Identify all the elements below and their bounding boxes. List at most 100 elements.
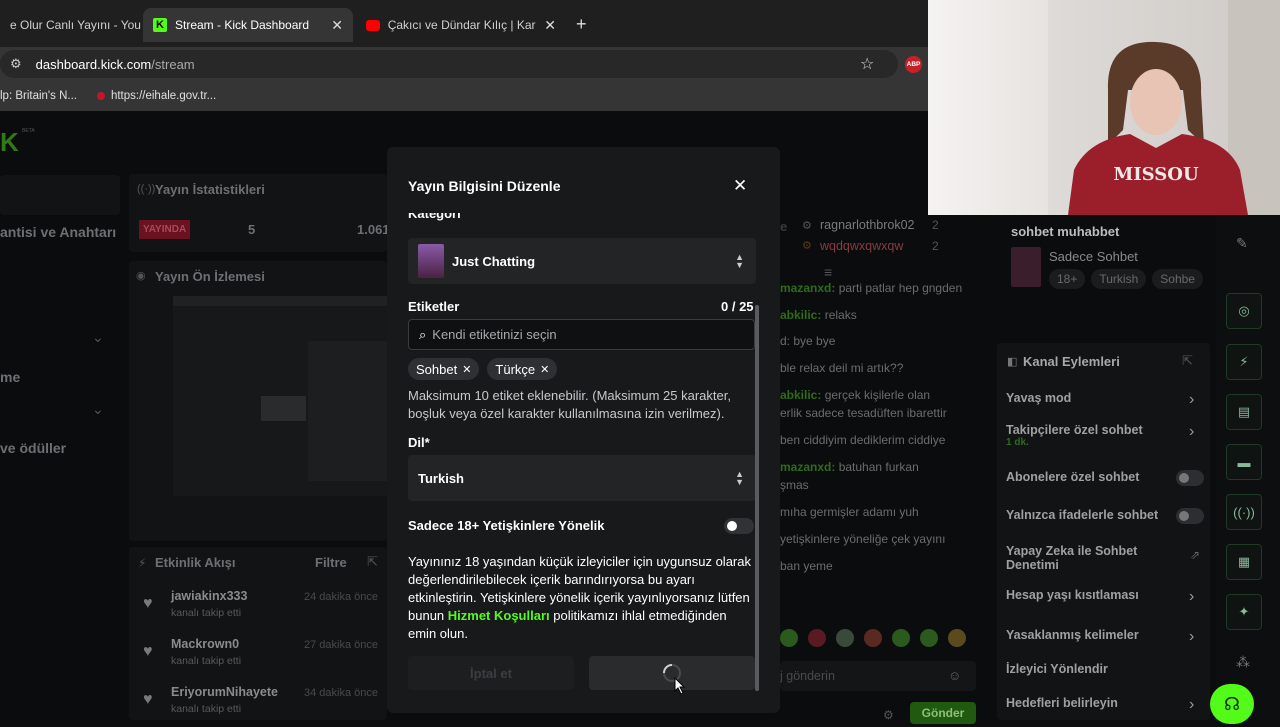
just-chatting-thumbnail — [418, 244, 444, 278]
browser-tab-youtube-video[interactable]: Çakıcı ve Dündar Kılıç | Karanlık ✕ — [356, 8, 566, 42]
channel-action-row[interactable]: Yalnızca ifadelerle sohbet — [1006, 508, 1206, 524]
close-tab-icon[interactable]: ✕ — [544, 17, 556, 34]
stream-preview-toggle-icon[interactable]: ◎ — [1226, 293, 1262, 329]
emote-icon[interactable] — [836, 629, 854, 647]
emoji-icon[interactable]: ☺ — [948, 668, 961, 683]
search-icon: ⌕ — [419, 326, 427, 342]
wrench-icon[interactable]: ✦ — [1226, 594, 1262, 630]
stream-preview-thumbnail — [173, 296, 387, 496]
left-nav-item[interactable]: antisi ve Anahtarı — [0, 224, 116, 240]
chat-message-text: erlik sadece tesadüften ibarettir — [780, 406, 947, 420]
bookmark-item[interactable]: https://eihale.gov.tr... — [96, 90, 216, 102]
heart-icon: ♥ — [143, 595, 153, 612]
chat-message-user[interactable]: abkilic: — [780, 388, 821, 402]
language-select[interactable]: Turkish ▲ ▼ — [408, 455, 756, 501]
close-tab-icon[interactable]: ✕ — [331, 17, 343, 34]
bookmark-star-icon[interactable]: ☆ — [860, 54, 874, 74]
activity-action: kanalı takip etti — [171, 655, 242, 667]
address-bar[interactable]: ⚙ dashboard.kick.com/stream ☆ — [0, 50, 898, 78]
cancel-button[interactable]: İptal et — [408, 656, 574, 690]
channel-action-row[interactable]: Yasaklanmış kelimeler › — [1006, 628, 1206, 645]
new-tab-button[interactable]: + — [576, 14, 587, 35]
adult-only-toggle[interactable] — [724, 518, 754, 534]
channel-action-row[interactable]: Hedefleri belirleyin › — [1006, 696, 1206, 713]
channel-action-row[interactable]: Takipçilere özel sohbet 1 dk. › — [1006, 423, 1206, 448]
activity-filter-button[interactable]: Filtre — [315, 555, 347, 570]
channel-action-row[interactable]: Hesap yaşı kısıtlaması › — [1006, 588, 1206, 605]
chevron-right-icon: › — [1189, 423, 1195, 440]
chat-send-button[interactable]: Gönder — [910, 702, 976, 724]
chat-message-text: d: bye bye — [780, 334, 836, 348]
lightning-icon[interactable]: ⚡ — [1226, 344, 1262, 380]
bookmark-item[interactable]: lp: Britain's N... — [0, 90, 77, 102]
chat-bubble-icon[interactable]: ▬ — [1226, 444, 1262, 480]
terms-of-service-link[interactable]: Hizmet Koşulları — [448, 608, 550, 623]
chat-user[interactable]: wqdqwxqwxqw — [820, 239, 903, 253]
channel-action-label: Yalnızca ifadelerle sohbet — [1006, 508, 1159, 522]
emote-icon[interactable] — [920, 629, 938, 647]
chevron-down-icon[interactable]: ⌄ — [92, 329, 104, 346]
browser-tab-youtube-live[interactable]: e Olur Canlı Yayını - You ✕ — [0, 8, 142, 42]
gift-icon: ⚙ — [802, 240, 812, 252]
layout-icon[interactable]: ▦ — [1226, 544, 1262, 580]
edit-icon[interactable]: ✎ — [1236, 235, 1248, 252]
edit-stream-info-modal: Yayın Bilgisini Düzenle ✕ Kategori Just … — [387, 147, 780, 713]
activity-user[interactable]: Mackrown0 — [171, 637, 239, 651]
chat-message-user[interactable]: mazanxd: — [780, 460, 835, 474]
pin-icon[interactable]: ≡ — [824, 264, 832, 280]
toggle-switch[interactable] — [1176, 508, 1204, 524]
browser-tab-kick-dashboard[interactable]: K Stream - Kick Dashboard ✕ — [143, 8, 353, 42]
notes-icon[interactable]: ▤ — [1226, 394, 1262, 430]
stream-tag[interactable]: Turkish — [1091, 269, 1147, 289]
remove-tag-icon[interactable]: ✕ — [462, 363, 471, 376]
left-nav-item[interactable]: ve ödüller — [0, 440, 66, 456]
broadcast-icon[interactable]: ((·)) — [1226, 494, 1262, 530]
tags-input[interactable]: ⌕ Kendi etiketinizi seçin — [408, 319, 755, 350]
chat-user[interactable]: ragnarlothbrok02 — [820, 218, 915, 232]
stream-tag[interactable]: 18+ — [1049, 269, 1086, 289]
channel-action-row[interactable]: İzleyici Yönlendir — [1006, 662, 1206, 676]
chevron-down-icon[interactable]: ⌄ — [92, 401, 104, 418]
activity-user[interactable]: EriyorumNihayete — [171, 685, 278, 699]
shapes-icon[interactable]: ⁂ — [1236, 654, 1250, 671]
save-button[interactable] — [589, 656, 755, 690]
popout-icon[interactable]: ⇱ — [367, 554, 378, 570]
tags-placeholder: Kendi etiketinizi seçin — [432, 327, 557, 342]
emote-icon[interactable] — [808, 629, 826, 647]
channel-action-row[interactable]: Yavaş mod › — [1006, 391, 1206, 408]
chat-message: abkilic: gerçek kişilerle olan — [780, 388, 990, 402]
chat-message: yetişkinlere yöneliğe çek yayını — [780, 532, 990, 546]
close-icon[interactable]: ✕ — [733, 176, 747, 196]
stream-category: Sadece Sohbet — [1049, 249, 1138, 264]
toggle-switch[interactable] — [1176, 470, 1204, 486]
browser-tab-bar: e Olur Canlı Yayını - You ✕ K Stream - K… — [0, 0, 928, 47]
emote-icon[interactable] — [948, 629, 966, 647]
language-value: Turkish — [418, 470, 464, 486]
support-headset-icon[interactable]: ☊ — [1210, 684, 1254, 724]
tag-chip[interactable]: Türkçe ✕ — [487, 358, 558, 380]
channel-action-row[interactable]: Yapay Zeka ile Sohbet Denetimi ⇗ — [1006, 544, 1206, 572]
activity-user[interactable]: jawiakinx333 — [171, 589, 247, 603]
emote-icon[interactable] — [864, 629, 882, 647]
remove-tag-icon[interactable]: ✕ — [540, 363, 549, 376]
category-select[interactable]: Just Chatting ▲ ▼ — [408, 238, 756, 284]
chat-input[interactable]: j gönderin ☺ — [780, 661, 976, 691]
site-settings-icon[interactable]: ⚙ — [10, 56, 22, 72]
chat-message: ben ciddiyim dediklerim ciddiye — [780, 433, 990, 447]
stream-tag[interactable]: Sohbe — [1152, 269, 1203, 289]
left-nav-item[interactable]: me — [0, 369, 20, 385]
tag-chip[interactable]: Sohbet ✕ — [408, 358, 480, 380]
adblock-extension-icon[interactable]: ABP — [905, 56, 922, 73]
modal-scroll-area[interactable]: Kategori Just Chatting ▲ ▼ Etiketler 0 / … — [387, 213, 780, 713]
emote-icon[interactable] — [892, 629, 910, 647]
preview-panel: ◉ Yayın Ön İzlemesi — [129, 261, 387, 541]
chat-message-user[interactable]: mazanxd: — [780, 281, 835, 295]
activity-row: ♥ jawiakinx333 kanalı takip etti 24 dakika … — [129, 587, 387, 631]
channel-action-row[interactable]: Abonelere özel sohbet — [1006, 470, 1206, 486]
modal-scrollbar[interactable] — [755, 305, 759, 691]
chat-message-user[interactable]: abkilic: — [780, 308, 821, 322]
popout-icon[interactable]: ⇱ — [1182, 353, 1193, 369]
bookmarks-bar: lp: Britain's N... https://eihale.gov.tr… — [0, 81, 928, 111]
emote-icon[interactable] — [780, 629, 798, 647]
activity-title: Etkinlik Akışı — [155, 555, 236, 570]
